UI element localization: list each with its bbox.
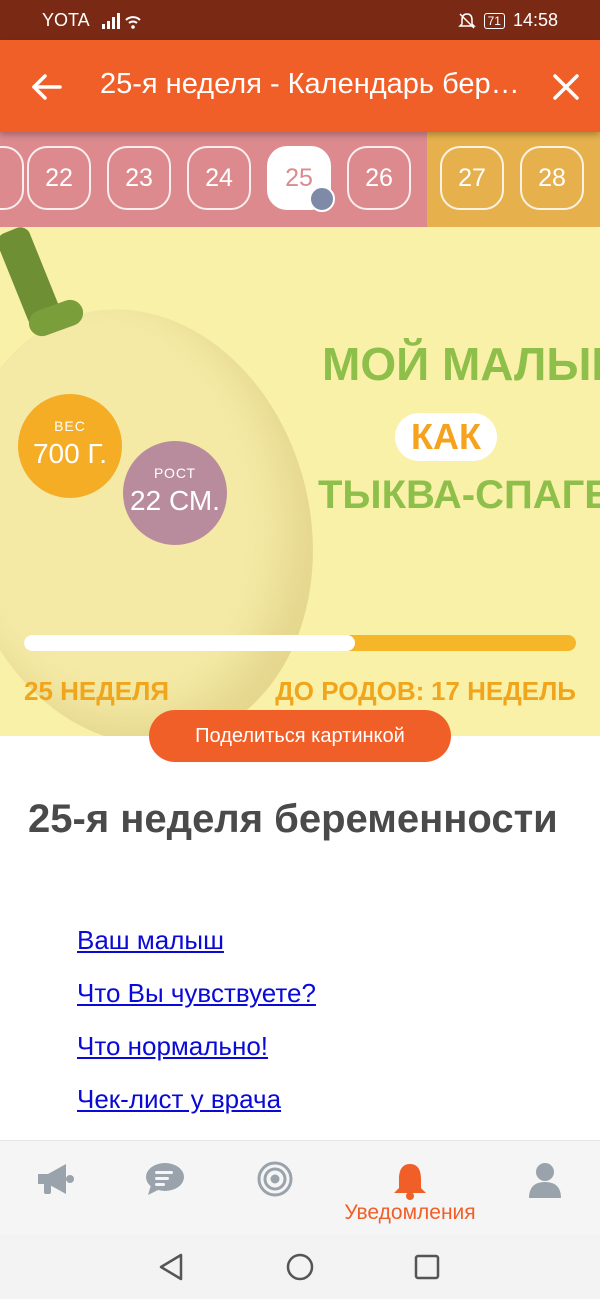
mute-icon <box>457 12 476 29</box>
app-bar: 25-я неделя - Календарь беременности <box>0 40 600 132</box>
pregnancy-progress-bar <box>24 635 576 651</box>
height-value: 22 СМ. <box>130 485 220 516</box>
pregnancy-progress-fill <box>24 635 356 651</box>
bottom-navigation: Уведомления <box>0 1140 600 1236</box>
hero-headline-line1: МОЙ МАЛЫШ <box>322 338 600 390</box>
toc-item: Чек-лист у врача <box>77 1084 316 1137</box>
week-button[interactable]: 28 <box>520 146 584 210</box>
share-image-button[interactable]: Поделиться картинкой <box>149 710 451 762</box>
chat-icon <box>146 1163 184 1195</box>
height-label: РОСТ <box>153 465 197 481</box>
current-week-label: 25 <box>285 164 313 192</box>
toc-link-what-is-normal[interactable]: Что нормально! <box>77 1031 268 1061</box>
week-hero-image: ВЕС 700 Г. РОСТ 22 СМ. МОЙ МАЛЫШ КАК ТЫК… <box>0 227 600 736</box>
megaphone-icon <box>38 1164 74 1194</box>
baby-avatar-icon <box>309 186 335 212</box>
system-navigation-bar <box>0 1235 600 1299</box>
carrier-name: YOTA <box>42 10 90 30</box>
weight-value: 700 Г. <box>32 438 108 469</box>
due-label: ДО РОДОВ: <box>275 676 425 706</box>
profile-icon <box>529 1163 561 1198</box>
article-title: 25-я неделя беременности <box>28 797 558 841</box>
target-icon <box>257 1161 293 1197</box>
page-header-title: 25-я неделя - Календарь беременности <box>100 68 520 100</box>
status-bar: YOTA 71 14:58 <box>0 0 600 40</box>
toc-link-your-baby[interactable]: Ваш малыш <box>77 925 224 955</box>
toc-item: Что Вы чувствуете? <box>77 978 316 1031</box>
height-badge: РОСТ 22 СМ. <box>123 441 227 545</box>
weight-badge: ВЕС 700 Г. <box>18 394 122 498</box>
back-triangle-icon[interactable] <box>158 1253 184 1281</box>
arrow-left-icon[interactable] <box>30 70 64 104</box>
battery-icon: 71 <box>483 12 505 29</box>
bell-icon <box>394 1164 426 1200</box>
wifi-icon <box>125 16 141 21</box>
signal-icon <box>102 13 141 29</box>
week-selector: 22 23 24 25 26 27 28 <box>0 132 600 227</box>
hero-due-text: ДО РОДОВ: 17 НЕДЕЛЬ <box>275 676 576 707</box>
hero-headline-like: КАК <box>395 413 497 461</box>
current-week-button[interactable]: 25 <box>267 146 335 212</box>
nav-item-notifications[interactable]: Уведомления <box>344 1141 476 1236</box>
toc-link-doctor-checklist[interactable]: Чек-лист у врача <box>77 1084 281 1114</box>
home-circle-icon[interactable] <box>286 1253 314 1281</box>
nav-item-announcements[interactable] <box>0 1141 120 1236</box>
weight-label: ВЕС <box>54 418 86 434</box>
clock: 14:58 <box>512 10 558 30</box>
nav-item-goals[interactable] <box>215 1141 335 1236</box>
week-21-button[interactable] <box>0 146 24 210</box>
table-of-contents: Ваш малыш Что Вы чувствуете? Что нормаль… <box>77 925 316 1137</box>
week-button[interactable]: 24 <box>187 146 251 210</box>
week-button[interactable]: 22 <box>27 146 91 210</box>
toc-link-how-you-feel[interactable]: Что Вы чувствуете? <box>77 978 316 1008</box>
week-button[interactable]: 26 <box>347 146 411 210</box>
recents-square-icon[interactable] <box>414 1254 440 1280</box>
nav-label-notifications: Уведомления <box>344 1201 476 1224</box>
due-value: 17 НЕДЕЛЬ <box>430 676 576 706</box>
toc-item: Ваш малыш <box>77 925 316 978</box>
close-icon[interactable] <box>552 73 580 101</box>
week-button[interactable]: 27 <box>440 146 504 210</box>
hero-week-text: 25 НЕДЕЛЯ <box>24 676 170 706</box>
toc-item: Что нормально! <box>77 1031 316 1084</box>
hero-headline-line2: ТЫКВА-СПАГЕТТИ <box>318 473 600 517</box>
nav-item-chat[interactable] <box>105 1141 225 1236</box>
week-button[interactable]: 23 <box>107 146 171 210</box>
nav-item-profile[interactable] <box>485 1141 600 1236</box>
